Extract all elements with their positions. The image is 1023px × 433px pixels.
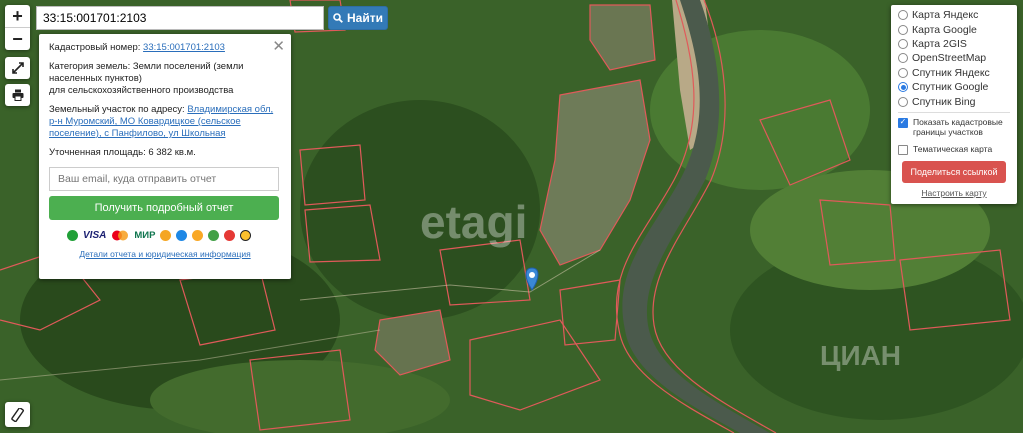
layer-option-label: Карта Google [912, 23, 977, 36]
layer-option-label: Спутник Яндекс [912, 66, 990, 79]
layer-switcher: Карта Яндекс Карта Google Карта 2GIS OpenSt… [891, 5, 1017, 204]
layer-radio[interactable] [898, 53, 908, 64]
print-icon [12, 89, 23, 101]
report-details-link[interactable]: Детали отчета и юридическая информация [49, 249, 281, 259]
show-borders-toggle[interactable]: ✓ Показать кадастровые границы участков [898, 117, 1010, 138]
etagi-watermark: etagi [420, 196, 528, 248]
megafon-icon [208, 229, 220, 241]
cian-watermark: ЦИАН [820, 340, 902, 371]
layer-option-label: OpenStreetMap [912, 52, 987, 65]
layer-option[interactable]: Спутник Яндекс [898, 66, 1010, 80]
layer-option-label: Карта Яндекс [912, 9, 979, 22]
layer-option[interactable]: Карта Google [898, 22, 1010, 36]
mts-icon [224, 229, 236, 241]
layer-option[interactable]: Спутник Bing [898, 94, 1010, 108]
layer-radio[interactable] [898, 38, 908, 49]
visa-logo: VISA [83, 229, 107, 241]
search-icon [333, 13, 343, 23]
zoom-in-button[interactable]: + [5, 5, 30, 27]
layer-option[interactable]: OpenStreetMap [898, 51, 1010, 65]
sberbank-icon [67, 229, 78, 241]
fullscreen-button[interactable] [5, 57, 30, 79]
email-field[interactable] [49, 167, 279, 191]
divider [898, 111, 1010, 113]
search-input[interactable] [36, 6, 324, 30]
share-link-button[interactable]: Поделиться ссылкой [902, 160, 1006, 183]
layer-option[interactable]: Спутник Google [898, 80, 1010, 94]
ruler-button[interactable] [5, 402, 30, 427]
ruler-icon [10, 407, 24, 422]
map-settings-link[interactable]: Настроить карту [898, 188, 1010, 198]
mir-logo: МИР [134, 229, 156, 241]
layer-radio[interactable] [898, 82, 908, 93]
layer-radio[interactable] [898, 10, 908, 21]
layer-option[interactable]: Карта Яндекс [898, 8, 1010, 22]
zoom-control: + − [5, 5, 30, 50]
parcel-info-popup: ✕ Кадастровый номер: 33:15:001701:2103 К… [39, 34, 291, 279]
show-borders-checkbox[interactable]: ✓ [898, 117, 908, 128]
close-icon[interactable]: ✕ [272, 37, 285, 55]
qiwi-icon [192, 229, 204, 241]
mastercard-icon [112, 230, 129, 240]
layer-radio[interactable] [898, 96, 908, 107]
thematic-map-checkbox[interactable] [898, 144, 908, 155]
layer-option-label: Спутник Google [912, 81, 989, 94]
zoom-out-button[interactable]: − [5, 27, 30, 50]
beeline-icon [240, 229, 252, 241]
search-button-label: Найти [347, 11, 383, 25]
yoomoney-icon [160, 229, 172, 241]
base-layer-list: Карта Яндекс Карта Google Карта 2GIS OpenSt… [898, 8, 1010, 109]
print-button[interactable] [5, 84, 30, 106]
webmoney-icon [176, 229, 188, 241]
layer-option-label: Карта 2GIS [912, 37, 967, 50]
layer-radio[interactable] [898, 24, 908, 35]
cadastral-number: Кадастровый номер: 33:15:001701:2103 [49, 42, 225, 53]
parcel-area: Уточненная площадь: 6 382 кв.м. [49, 147, 196, 158]
payment-methods: VISA МИР [67, 229, 281, 241]
thematic-map-toggle[interactable]: Тематическая карта [898, 144, 1010, 155]
parcel-address: Земельный участок по адресу: Владимирска… [49, 104, 274, 139]
cadastral-number-link[interactable]: 33:15:001701:2103 [143, 42, 225, 53]
expand-icon [11, 62, 24, 74]
layer-radio[interactable] [898, 67, 908, 78]
search-button[interactable]: Найти [328, 6, 388, 30]
layer-option-label: Спутник Bing [912, 95, 976, 108]
get-report-button[interactable]: Получить подробный отчет [49, 196, 279, 220]
layer-option[interactable]: Карта 2GIS [898, 37, 1010, 51]
land-category: Категория земель: Земли поселений (земли… [49, 61, 244, 96]
